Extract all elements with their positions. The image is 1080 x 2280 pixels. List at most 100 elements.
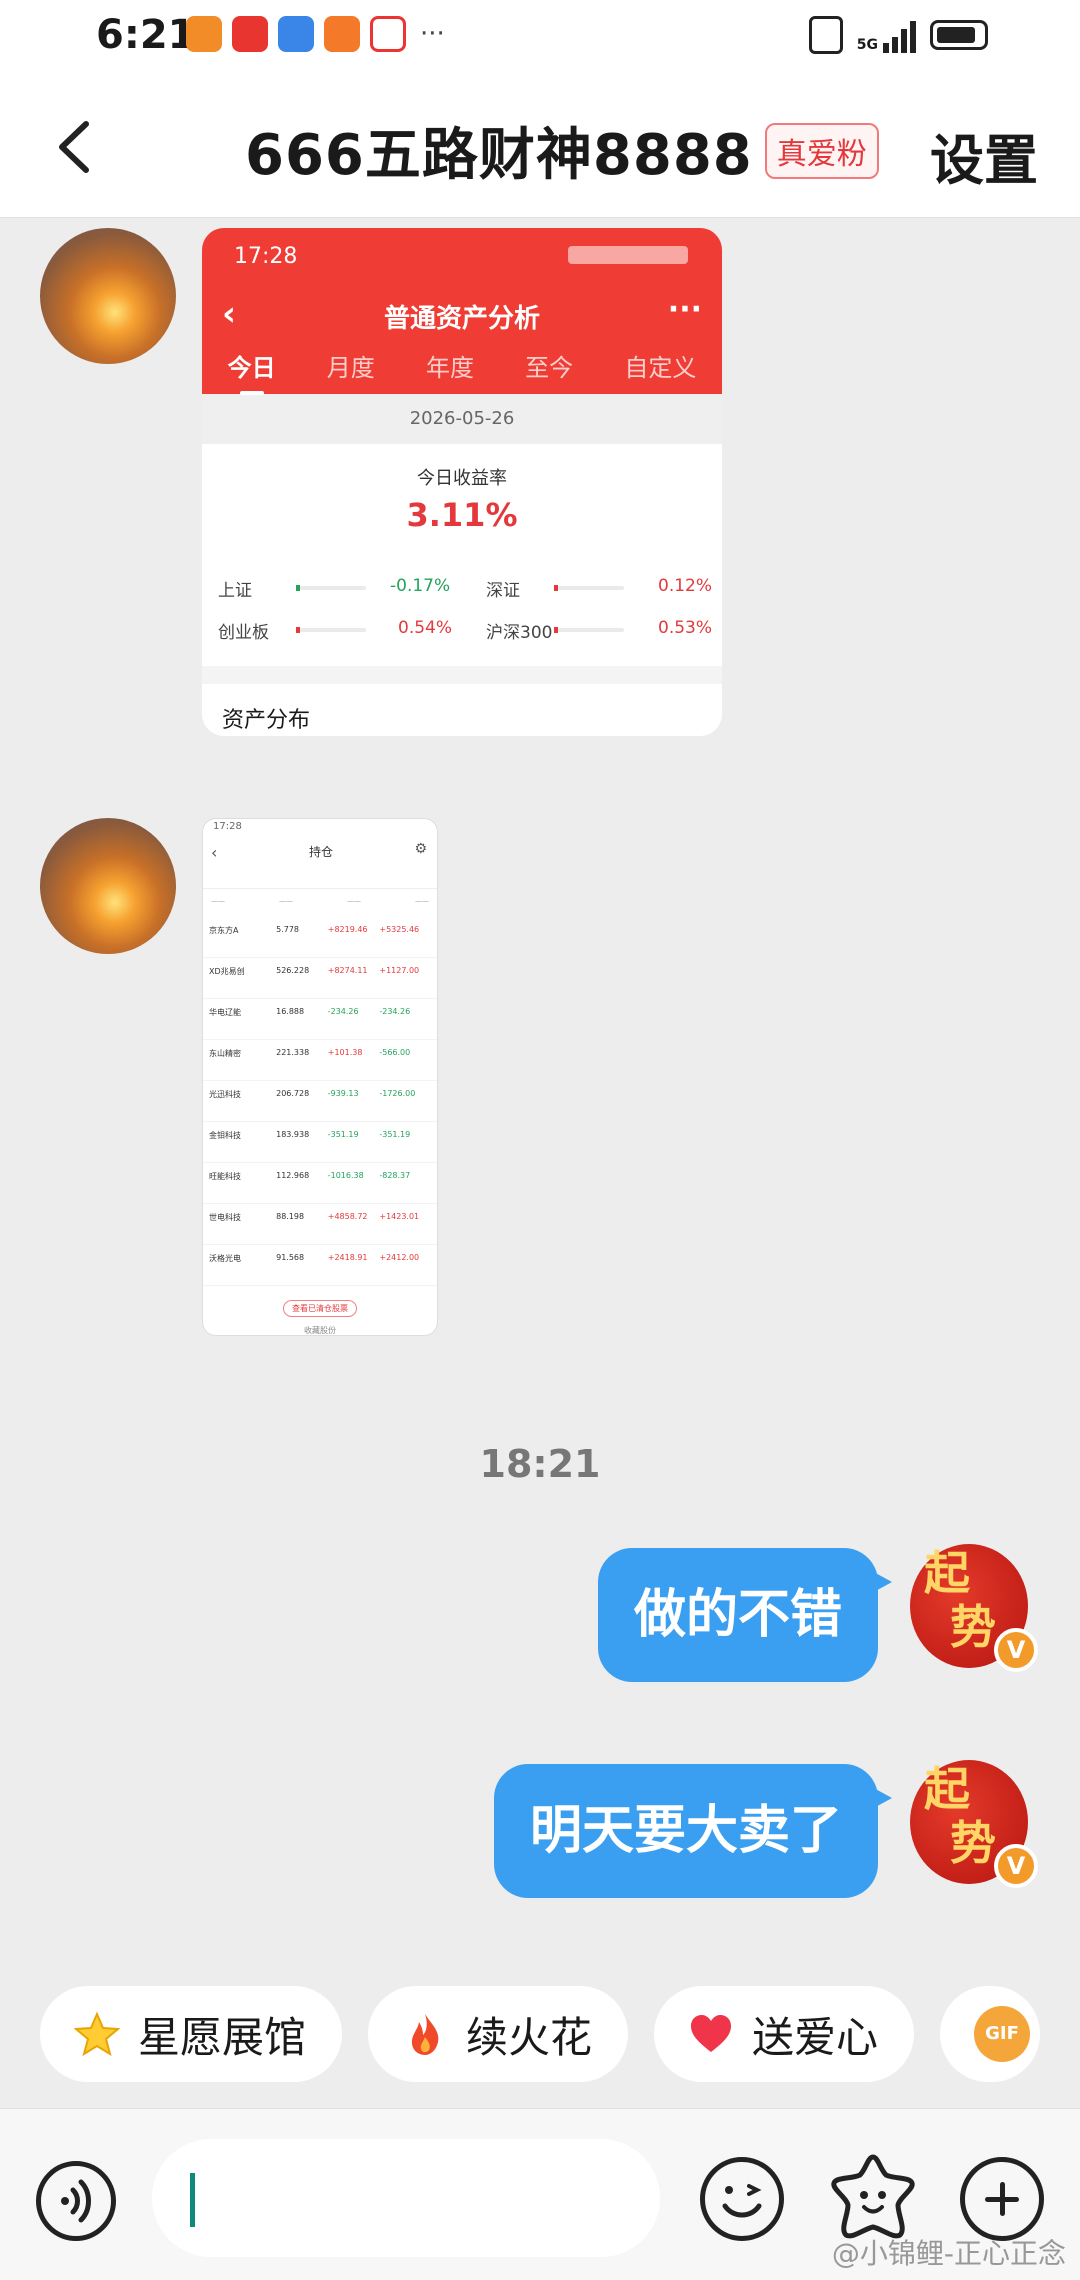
index-name: 创业板 — [218, 623, 269, 643]
continue-spark-button[interactable]: 续火花 — [368, 1986, 629, 2082]
asset-analysis-screenshot[interactable]: 17:28 ‹ 普通资产分析 ··· 今日 月度 年度 至今 自定义 2026-… — [202, 228, 722, 736]
more-notifications-icon: ··· — [420, 19, 445, 49]
holding-cell: 5.778 — [276, 925, 300, 934]
star-gallery-button[interactable]: 星愿展馆 — [40, 1986, 343, 2082]
more-plus-button[interactable] — [960, 2157, 1044, 2241]
holding-row: 京东方A 5.778 +8219.46 +5325.46 — [203, 917, 437, 958]
my-avatar[interactable]: 起 势 V — [910, 1544, 1038, 1672]
gif-icon: GIF — [974, 2006, 1031, 2062]
holding-cell: 旺能科技 — [209, 1172, 241, 1181]
holding-cell: 112.968 — [276, 1171, 310, 1180]
index-bar — [554, 585, 624, 591]
holding-cell: -566.00 — [379, 1048, 411, 1057]
battery-icon — [930, 20, 988, 50]
screenshot-tabs: 今日 月度 年度 至今 自定义 — [202, 348, 722, 395]
status-time: 6:21 — [96, 12, 196, 58]
holding-cell: +8219.46 — [327, 925, 368, 934]
screenshot-more-icon: ··· — [667, 292, 702, 327]
avatar-char: 起 — [924, 1546, 970, 1600]
holding-cell: +101.38 — [327, 1048, 363, 1057]
holding-row: 世电科技 88.198 +4858.72 +1423.01 — [203, 1204, 437, 1245]
holding-cell: 526.228 — [276, 966, 310, 975]
holding-cell: +2418.91 — [327, 1253, 368, 1262]
holding-cell: 16.888 — [276, 1007, 305, 1016]
holding-row: 旺能科技 112.968 -1016.38 -828.37 — [203, 1163, 437, 1204]
screenshot-tab: 月度 — [326, 354, 375, 382]
holdings-list: 京东方A 5.778 +8219.46 +5325.46 XD兆易创 526.228 +82… — [203, 917, 437, 1286]
fan-badge: 真爱粉 — [764, 122, 879, 179]
holding-cell: +1423.01 — [379, 1212, 420, 1221]
index-value: 0.12% — [658, 576, 713, 596]
holding-cell: -828.37 — [379, 1171, 411, 1180]
heart-icon — [691, 2015, 732, 2052]
avatar-char: 势 — [950, 1600, 996, 1654]
index-value: -0.17% — [390, 576, 451, 596]
holdings-note: 收藏股份 — [304, 1326, 336, 1335]
sticker-star-icon[interactable] — [828, 2149, 918, 2245]
holding-cell: -351.19 — [379, 1130, 411, 1139]
screenshot-tab: 年度 — [425, 354, 474, 382]
notification-icons: ··· — [186, 16, 445, 52]
holding-row: 东山精密 221.338 +101.38 -566.00 — [203, 1040, 437, 1081]
screenshot-tab: 自定义 — [624, 354, 697, 382]
view-cleared-button: 查看已清仓股票 — [283, 1300, 357, 1317]
index-bar — [554, 627, 624, 633]
screenshot-tab: 今日 — [228, 348, 276, 395]
verified-badge-icon: V — [994, 1628, 1038, 1672]
holding-cell: 东山精密 — [209, 1049, 241, 1058]
holding-cell: 183.938 — [276, 1130, 310, 1139]
friend-avatar[interactable] — [40, 228, 176, 364]
holding-cell: +5325.46 — [379, 925, 420, 934]
weibo-notification-icon — [370, 16, 406, 52]
holding-cell: 世电科技 — [209, 1213, 241, 1222]
avatar-char: 起 — [924, 1762, 970, 1816]
network-type-label: 5G — [856, 37, 878, 53]
holding-cell: +8274.11 — [327, 966, 368, 975]
message-timestamp: 18:21 — [479, 1442, 601, 1486]
holding-cell: +4858.72 — [327, 1212, 368, 1221]
watermark: @小锦鲤-正心正念 — [831, 2237, 1066, 2270]
holding-cell: 206.728 — [276, 1089, 310, 1098]
fire-icon — [411, 2014, 439, 2055]
holdings-screenshot[interactable]: 17:28 ‹ 持仓 ⚙ —— —— —— —— 京东方A 5.778 +8219.46 +… — [202, 818, 438, 1336]
holding-row: XD兆易创 526.228 +8274.11 +1127.00 — [203, 958, 437, 999]
asset-distribution-section: 资产分布 — [202, 684, 722, 736]
holding-row: 华电辽能 16.888 -234.26 -234.26 — [203, 999, 437, 1040]
settings-button[interactable]: 设置 — [930, 116, 1038, 195]
avatar-char: 势 — [950, 1816, 996, 1870]
holding-cell: XD兆易创 — [209, 967, 245, 976]
screenshot-date: 2026-05-26 — [202, 394, 722, 444]
signal-icon: 5G — [857, 17, 916, 53]
verified-badge-icon: V — [994, 1844, 1038, 1888]
holdings-footer: 查看已清仓股票 收藏股份 — [203, 1286, 437, 1335]
holding-cell: -234.26 — [327, 1007, 359, 1016]
holding-cell: -1016.38 — [327, 1171, 364, 1180]
message-input[interactable] — [152, 2139, 660, 2257]
friend-avatar[interactable] — [40, 818, 176, 954]
holdings-time: 17:28 — [213, 821, 242, 832]
title-wrap: 666五路财神8888 真爱粉 — [245, 110, 879, 191]
rate-value: 3.11% — [406, 496, 518, 534]
back-button[interactable] — [40, 112, 110, 182]
emoji-button[interactable] — [700, 2157, 784, 2241]
holding-cell: -351.19 — [327, 1130, 359, 1139]
voice-wave-icon — [61, 2179, 91, 2223]
screenshot-status-icons — [568, 246, 688, 264]
screenshot-header: 17:28 ‹ 普通资产分析 ··· 今日 月度 年度 至今 自定义 — [202, 228, 722, 395]
my-avatar[interactable]: 起 势 V — [910, 1760, 1038, 1888]
send-heart-button[interactable]: 送爱心 — [654, 1986, 915, 2082]
voice-input-button[interactable] — [36, 2161, 116, 2241]
gif-button[interactable]: GIF — [940, 1986, 1041, 2082]
index-name: 深证 — [486, 581, 520, 601]
sent-message-bubble[interactable]: 明天要大卖了 — [493, 1764, 893, 1898]
holding-cell: 88.198 — [276, 1212, 305, 1221]
vibrate-icon — [808, 16, 843, 54]
chevron-left-icon — [59, 121, 89, 173]
sent-message-bubble[interactable]: 做的不错 — [597, 1548, 893, 1682]
index-value: 0.54% — [398, 618, 453, 638]
taobao-notification-icon — [324, 16, 360, 52]
holding-cell: +1127.00 — [379, 966, 420, 975]
index-value: 0.53% — [658, 618, 713, 638]
holding-cell: -939.13 — [327, 1089, 359, 1098]
index-bar — [296, 627, 366, 633]
